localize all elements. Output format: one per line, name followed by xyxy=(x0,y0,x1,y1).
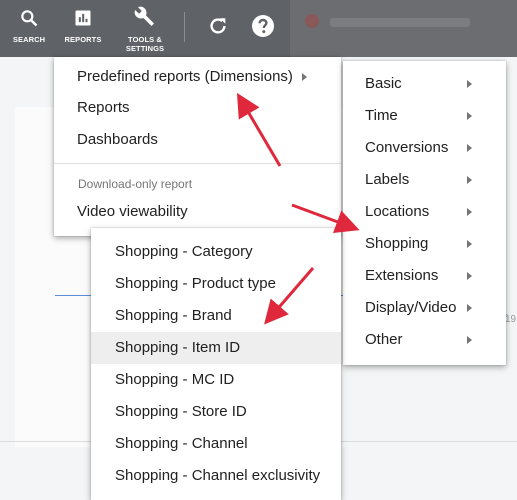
chevron-right-icon xyxy=(467,208,472,216)
tools-settings-button[interactable]: TOOLS & SETTINGS xyxy=(120,0,170,57)
account-area xyxy=(290,0,517,57)
reports-icon xyxy=(73,8,93,33)
chevron-right-icon xyxy=(467,176,472,184)
menu-divider xyxy=(54,163,341,164)
shopping-item-item-id[interactable]: Shopping - Item ID xyxy=(91,332,341,364)
search-label: SEARCH xyxy=(12,35,46,44)
chevron-right-icon xyxy=(467,272,472,280)
top-toolbar: SEARCH REPORTS TOOLS & SETTINGS xyxy=(0,0,517,57)
submenu-item-basic[interactable]: Basic xyxy=(343,68,506,100)
refresh-button[interactable] xyxy=(203,0,233,57)
search-button[interactable]: SEARCH xyxy=(5,0,53,57)
submenu-item-other[interactable]: Other xyxy=(343,324,506,356)
menu-item-dashboards[interactable]: Dashboards xyxy=(54,124,341,156)
menu-item-reports[interactable]: Reports xyxy=(54,92,341,124)
chevron-right-icon xyxy=(302,73,307,81)
wrench-icon xyxy=(133,5,157,34)
submenu-item-time[interactable]: Time xyxy=(343,100,506,132)
shopping-item-channel-exclusivity[interactable]: Shopping - Channel exclusivity xyxy=(91,460,341,492)
background-fragment: 19 xyxy=(505,314,517,325)
help-icon xyxy=(251,14,275,43)
toolbar-divider xyxy=(184,12,185,42)
submenu-item-labels[interactable]: Labels xyxy=(343,164,506,196)
reports-button[interactable]: REPORTS xyxy=(58,0,108,57)
menu-item-video-viewability[interactable]: Video viewability xyxy=(54,196,341,228)
submenu-item-extensions[interactable]: Extensions xyxy=(343,260,506,292)
shopping-submenu: Shopping - Category Shopping - Product t… xyxy=(91,228,341,500)
shopping-item-brand[interactable]: Shopping - Brand xyxy=(91,300,341,332)
chevron-right-icon xyxy=(467,336,472,344)
submenu-item-shopping[interactable]: Shopping xyxy=(343,228,506,260)
reports-menu: Predefined reports (Dimensions) Reports … xyxy=(54,57,341,236)
shopping-item-product-type[interactable]: Shopping - Product type xyxy=(91,268,341,300)
help-button[interactable] xyxy=(248,0,278,57)
shopping-item-channel[interactable]: Shopping - Channel xyxy=(91,428,341,460)
shopping-item-store-id[interactable]: Shopping - Store ID xyxy=(91,396,341,428)
submenu-item-locations[interactable]: Locations xyxy=(343,196,506,228)
refresh-icon xyxy=(207,15,229,42)
dimensions-submenu: Basic Time Conversions Labels Locations … xyxy=(343,61,506,365)
chevron-right-icon xyxy=(467,144,472,152)
shopping-item-mc-id[interactable]: Shopping - MC ID xyxy=(91,364,341,396)
menu-item-predefined-reports[interactable]: Predefined reports (Dimensions) xyxy=(54,61,341,93)
chevron-right-icon xyxy=(467,240,472,248)
download-only-header: Download-only report xyxy=(78,177,193,191)
reports-label: REPORTS xyxy=(64,35,102,44)
submenu-item-conversions[interactable]: Conversions xyxy=(343,132,506,164)
chevron-right-icon xyxy=(467,80,472,88)
chevron-right-icon xyxy=(467,304,472,312)
shopping-item-category[interactable]: Shopping - Category xyxy=(91,236,341,268)
search-icon xyxy=(19,8,39,33)
tools-label: TOOLS & SETTINGS xyxy=(125,35,165,53)
chevron-right-icon xyxy=(467,112,472,120)
submenu-item-display-video[interactable]: Display/Video xyxy=(343,292,506,324)
